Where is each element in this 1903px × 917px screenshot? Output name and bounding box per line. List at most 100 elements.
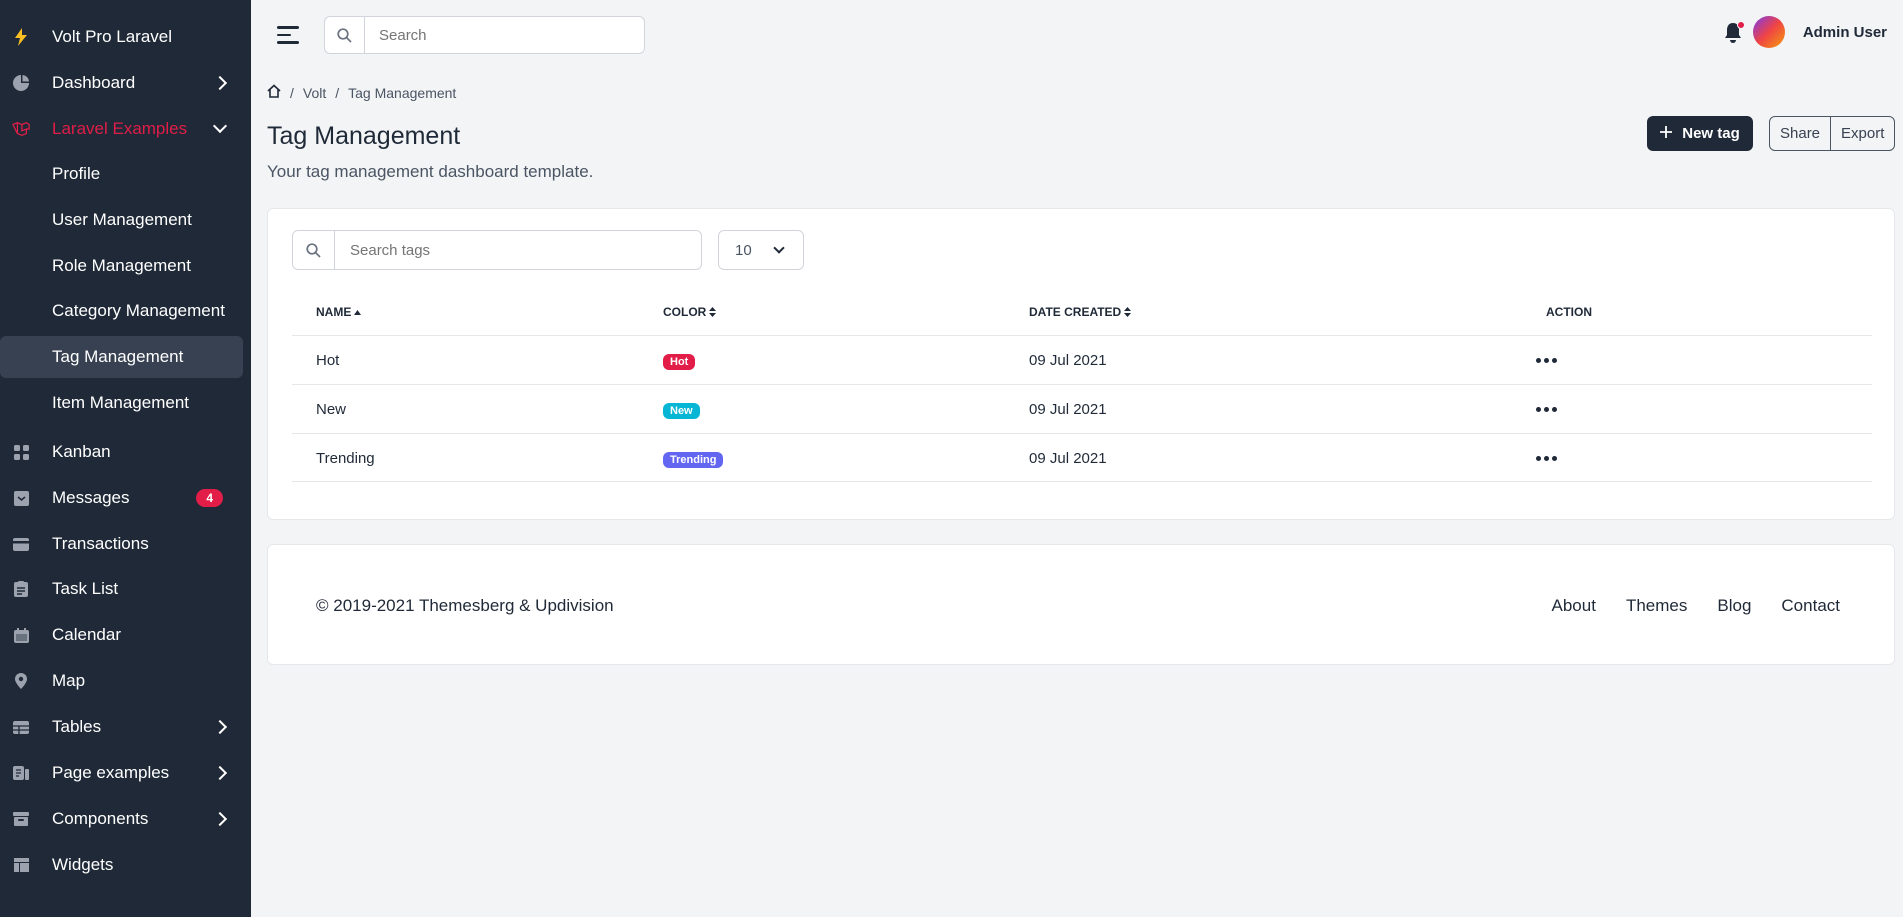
column-header-label: ACTION — [1546, 305, 1592, 319]
share-button[interactable]: Share — [1770, 117, 1832, 150]
column-header-name[interactable]: NAME — [316, 305, 362, 319]
search-icon — [325, 17, 365, 53]
per-page-select[interactable]: 10 — [718, 230, 804, 270]
tag-search — [292, 230, 702, 270]
chevron-right-icon — [212, 75, 228, 91]
sidebar-item-label: Widgets — [52, 855, 114, 874]
sidebar-item-label: Map — [52, 671, 86, 690]
brand-name: Volt Pro Laravel — [52, 27, 173, 46]
breadcrumb-item-volt[interactable]: Volt — [303, 85, 326, 101]
lightning-icon — [12, 28, 30, 46]
laravel-icon — [12, 120, 30, 138]
tag-search-input[interactable] — [335, 241, 675, 259]
credit-card-icon — [12, 535, 30, 553]
sort-icon — [709, 307, 717, 317]
chevron-right-icon — [212, 765, 228, 781]
sidebar-item-tables[interactable]: Tables — [0, 706, 243, 748]
plus-icon — [1660, 125, 1673, 142]
tag-color-badge: New — [663, 403, 700, 419]
sidebar-item-messages[interactable]: Messages 4 — [0, 477, 243, 519]
sidebar-item-transactions[interactable]: Transactions — [0, 523, 243, 565]
pie-chart-icon — [12, 74, 30, 92]
page-subtitle: Your tag management dashboard template. — [267, 162, 594, 181]
share-export-group: Share Export — [1769, 116, 1896, 151]
clipboard-icon — [12, 580, 30, 598]
sidebar-item-item-management[interactable]: Item Management — [0, 382, 243, 424]
sidebar-item-label: Kanban — [52, 442, 111, 461]
notifications-bell-icon[interactable] — [1723, 21, 1745, 44]
brand-link[interactable]: Volt Pro Laravel — [0, 16, 243, 58]
sidebar-item-user-management[interactable]: User Management — [0, 199, 243, 241]
sidebar-item-label: Role Management — [52, 256, 191, 275]
new-tag-button[interactable]: New tag — [1647, 116, 1753, 151]
sidebar-item-kanban[interactable]: Kanban — [0, 431, 243, 473]
table-row: New New 09 Jul 2021 — [292, 384, 1872, 433]
page-title: Tag Management — [267, 122, 461, 150]
chevron-right-icon — [212, 719, 228, 735]
sidebar-item-label: Calendar — [52, 625, 121, 644]
sidebar-item-label: Components — [52, 809, 149, 828]
row-actions-icon[interactable] — [1536, 456, 1557, 461]
user-name[interactable]: Admin User — [1803, 24, 1887, 41]
messages-count-badge: 4 — [196, 489, 223, 507]
export-button[interactable]: Export — [1831, 117, 1894, 150]
sidebar-item-dashboard[interactable]: Dashboard — [0, 62, 243, 104]
column-header-label: COLOR — [663, 305, 707, 319]
inbox-icon — [12, 489, 30, 507]
footer-link-themes[interactable]: Themes — [1626, 596, 1687, 616]
tag-name: Trending — [316, 450, 375, 467]
sidebar-item-label: Tag Management — [52, 347, 184, 366]
sidebar-item-label: Dashboard — [52, 73, 136, 92]
sidebar-item-tag-management[interactable]: Tag Management — [0, 336, 243, 378]
sidebar-item-label: Task List — [52, 579, 119, 598]
column-header-color[interactable]: COLOR — [663, 305, 717, 319]
sidebar-item-role-management[interactable]: Role Management — [0, 245, 243, 287]
sidebar-item-label: Tables — [52, 717, 102, 736]
new-tag-label: New tag — [1682, 125, 1740, 142]
tag-name: New — [316, 401, 347, 418]
column-header-label: DATE CREATED — [1029, 305, 1122, 319]
column-header-action: ACTION — [1546, 305, 1592, 319]
sidebar: Volt Pro Laravel Dashboard Laravel Examp… — [0, 0, 251, 917]
column-header-date-created[interactable]: DATE CREATED — [1029, 305, 1132, 319]
per-page-value: 10 — [735, 241, 752, 259]
sort-asc-icon — [354, 309, 362, 315]
global-search-input[interactable] — [365, 26, 635, 44]
footer-link-about[interactable]: About — [1552, 596, 1596, 616]
sort-icon — [1124, 307, 1132, 317]
footer: © 2019-2021 Themesberg & Updivision Abou… — [267, 544, 1895, 665]
sidebar-item-profile[interactable]: Profile — [0, 153, 243, 195]
menu-toggle-icon[interactable] — [277, 26, 299, 44]
calendar-icon — [12, 626, 30, 644]
sidebar-item-laravel-examples[interactable]: Laravel Examples — [0, 108, 243, 150]
breadcrumb-separator: / — [335, 84, 340, 101]
tag-name: Hot — [316, 352, 340, 369]
sidebar-item-components[interactable]: Components — [0, 798, 243, 840]
sidebar-item-page-examples[interactable]: Page examples — [0, 752, 243, 794]
sidebar-item-label: Profile — [52, 164, 101, 183]
sidebar-item-label: Page examples — [52, 763, 170, 782]
row-actions-icon[interactable] — [1536, 358, 1557, 363]
breadcrumb-item-current: Tag Management — [348, 84, 457, 101]
sidebar-item-calendar[interactable]: Calendar — [0, 614, 243, 656]
footer-link-blog[interactable]: Blog — [1717, 596, 1751, 616]
sidebar-item-task-list[interactable]: Task List — [0, 568, 243, 610]
grid-icon — [12, 443, 30, 461]
sidebar-item-label: Laravel Examples — [52, 119, 188, 138]
notification-dot — [1737, 21, 1745, 29]
footer-link-contact[interactable]: Contact — [1781, 596, 1840, 616]
search-icon — [293, 231, 335, 269]
home-icon[interactable] — [267, 84, 281, 101]
table-icon — [12, 718, 30, 736]
breadcrumb-separator: / — [290, 84, 294, 101]
location-icon — [12, 672, 30, 690]
pages-icon — [12, 764, 30, 782]
archive-icon — [12, 810, 30, 828]
table-row: Hot Hot 09 Jul 2021 — [292, 335, 1872, 384]
avatar[interactable] — [1753, 16, 1785, 48]
sidebar-item-widgets[interactable]: Widgets — [0, 844, 243, 886]
sidebar-item-label: Transactions — [52, 534, 149, 553]
row-actions-icon[interactable] — [1536, 407, 1557, 412]
sidebar-item-category-management[interactable]: Category Management — [0, 290, 243, 332]
sidebar-item-map[interactable]: Map — [0, 660, 243, 702]
